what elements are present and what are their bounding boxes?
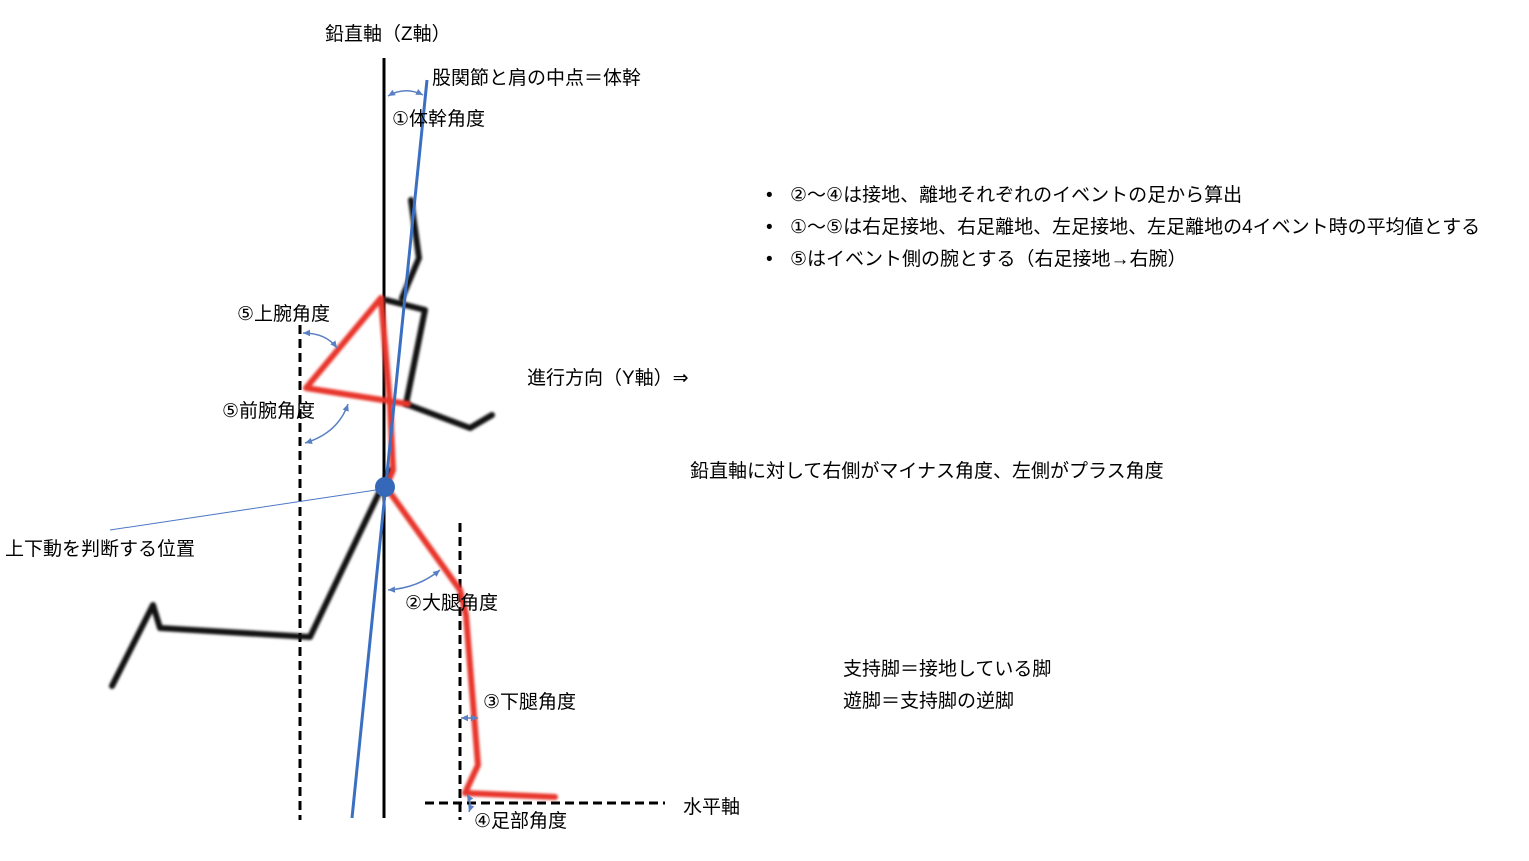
forearm-angle-label: ⑤前腕角度 xyxy=(222,401,316,422)
reference-lines xyxy=(298,325,665,820)
bullet-glyph: • xyxy=(766,249,773,270)
note-text: ①～⑤は右足接地、右足離地、左足接地、左足離地の4イベント時の平均値とする xyxy=(790,217,1481,238)
trunk-line xyxy=(350,79,429,819)
shank-angle-arrow-head xyxy=(461,714,468,722)
direction-label: 進行方向（Y軸）⇒ xyxy=(527,368,689,389)
sign-convention-note: 鉛直軸に対して右側がマイナス角度、左側がプラス角度 xyxy=(690,461,1164,482)
note-item: • ②～④は接地、離地それぞれのイベントの足から算出 xyxy=(766,184,1242,208)
support-leg-definition: 支持脚＝接地している脚 xyxy=(843,659,1052,680)
thigh-angle-arrow-head xyxy=(432,570,440,577)
horizontal-axis-label: 水平軸 xyxy=(683,797,741,818)
thigh-angle-arrow xyxy=(387,569,441,591)
forearm-angle-arrow-head xyxy=(305,437,313,445)
foot-angle-label: ④足部角度 xyxy=(474,811,568,832)
upper-arm-angle-label: ⑤上腕角度 xyxy=(237,304,331,325)
running-figure-diagram xyxy=(109,58,665,820)
near-side-leg xyxy=(383,484,558,800)
swing-leg-definition: 遊脚＝支持脚の逆脚 xyxy=(843,691,1015,712)
forearm-angle-arrow-head xyxy=(342,404,349,412)
note-item: • ①～⑤は右足接地、右足離地、左足接地、左足離地の4イベント時の平均値とする xyxy=(766,216,1480,240)
trunk-definition-label: 股関節と肩の中点＝体幹 xyxy=(432,68,642,89)
far-side-leg xyxy=(109,467,393,689)
bullet-glyph: • xyxy=(766,217,773,238)
bullet-glyph: • xyxy=(766,185,773,206)
shank-angle-label: ③下腿角度 xyxy=(483,692,577,713)
diagram-canvas: 鉛直軸（Z軸） 股関節と肩の中点＝体幹 ①体幹角度 • ②～④は接地、離地それぞれ… xyxy=(0,0,1529,861)
note-text: ⑤はイベント側の腕とする（右足接地→右腕） xyxy=(790,249,1187,270)
thigh-angle-arrow-head xyxy=(388,586,396,593)
upper-arm-angle-arrow-head xyxy=(303,329,310,337)
note-text: ②～④は接地、離地それぞれのイベントの足から算出 xyxy=(790,185,1243,206)
marker-leader-line xyxy=(109,489,377,531)
vertical-motion-marker xyxy=(375,477,395,497)
thigh-angle-label: ②大腿角度 xyxy=(405,593,499,614)
trunk-angle-label: ①体幹角度 xyxy=(392,109,486,130)
near-side-limbs xyxy=(303,295,558,800)
note-item: • ⑤はイベント側の腕とする（右足接地→右腕） xyxy=(766,248,1186,272)
vertical-axis-label: 鉛直軸（Z軸） xyxy=(325,24,451,45)
vertical-motion-label: 上下動を判断する位置 xyxy=(5,539,196,560)
